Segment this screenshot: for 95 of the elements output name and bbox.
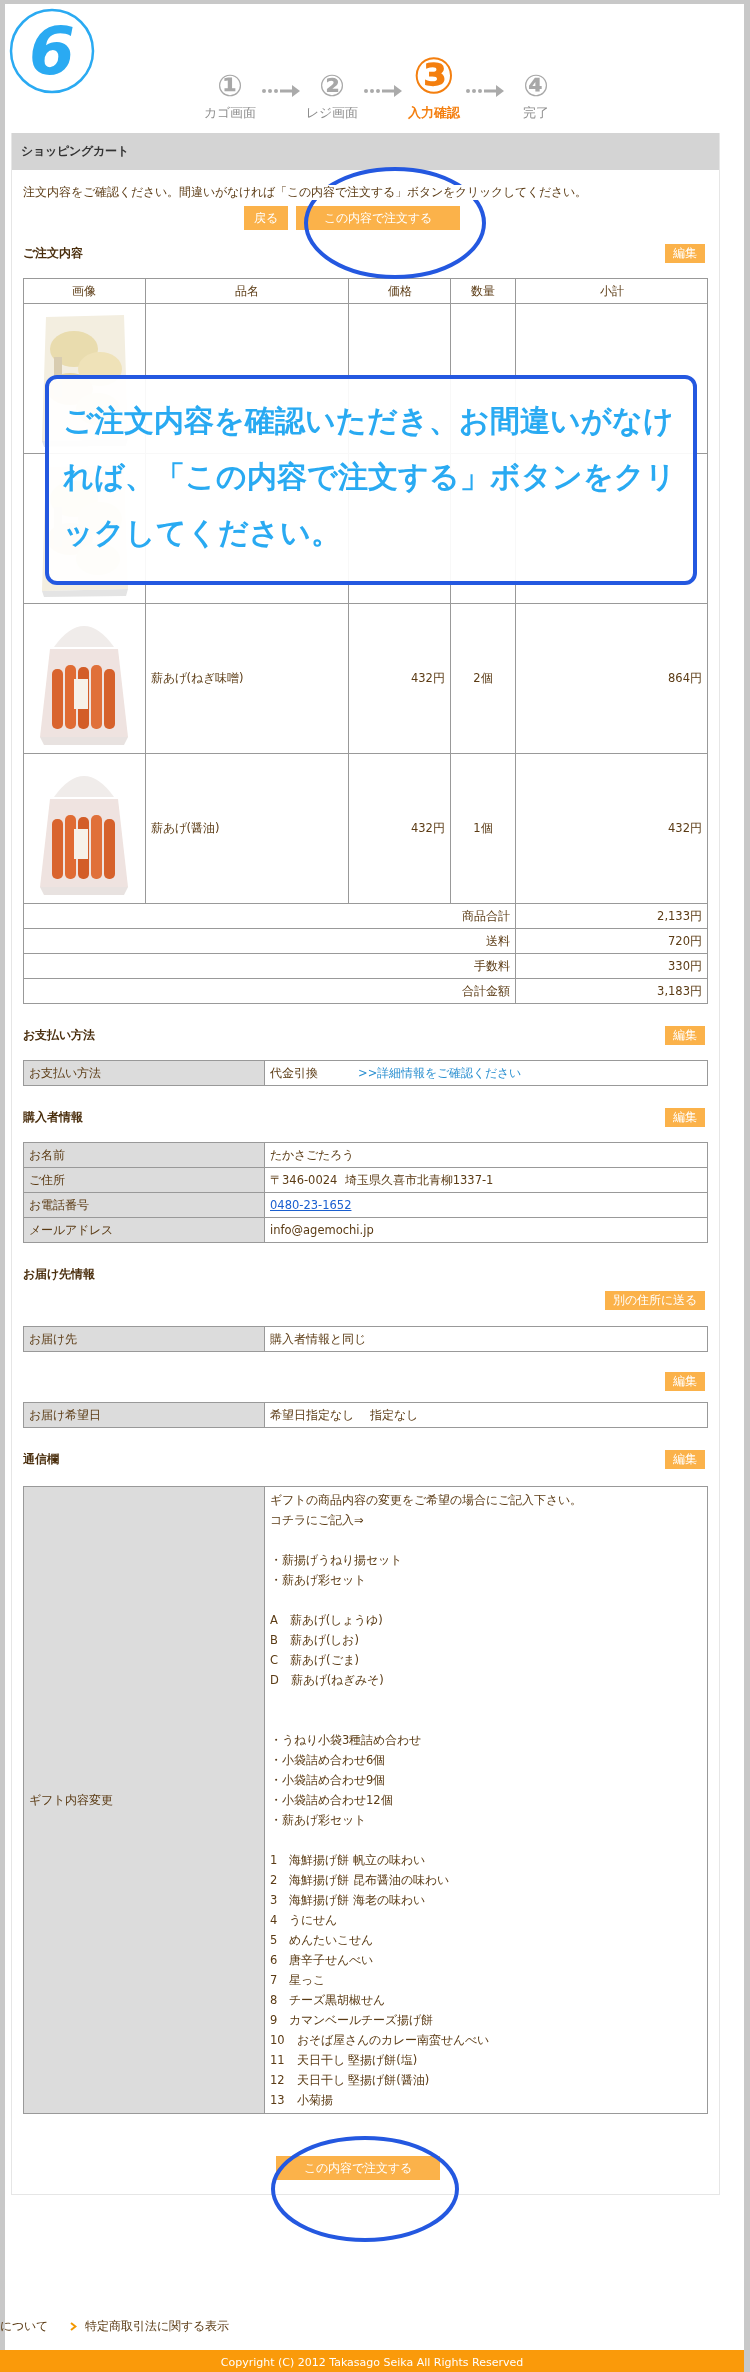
edit-button[interactable]: 編集 <box>665 1025 705 1045</box>
section-heading: お支払い方法 <box>23 1027 95 1043</box>
dotted-arrow-icon <box>261 84 301 98</box>
table-cell: 3,183円 <box>515 978 708 1004</box>
step-number: ① <box>217 69 243 103</box>
message-line: B 薪あげ(しお) <box>270 1632 359 1649</box>
order-button[interactable]: この内容で注文する <box>295 206 460 230</box>
table-cell: 合計金額 <box>23 978 516 1004</box>
table-cell: 2,133円 <box>515 903 708 929</box>
dotted-arrow-icon <box>465 84 505 98</box>
step-number: ④ <box>523 69 549 103</box>
back-button[interactable]: 戻る <box>243 206 288 230</box>
column-header: 小計 <box>515 278 708 304</box>
column-header: 品名 <box>145 278 349 304</box>
copyright-bar: Copyright (C) 2012 Takasago Seika All Rights Reserved <box>0 2350 744 2372</box>
message-line: 7 星っこ <box>270 1972 326 1989</box>
message-line: 2 海鮮揚げ餅 昆布醤油の味わい <box>270 1872 449 1889</box>
message-line: ・薪あげ彩セット <box>270 1572 366 1589</box>
edit-button[interactable]: 編集 <box>665 1449 705 1469</box>
table-cell: たかさごたろう <box>264 1142 708 1168</box>
table-cell: 864円 <box>515 603 708 754</box>
column-header: 数量 <box>450 278 516 304</box>
message-line: コチラにご記入⇒ <box>270 1512 364 1529</box>
message-line: ギフトの商品内容の変更をご希望の場合にご記入下さい。 <box>270 1492 582 1509</box>
table-cell: ご住所 <box>23 1167 265 1193</box>
edit-button[interactable]: 編集 <box>665 1372 705 1391</box>
column-header: 価格 <box>348 278 451 304</box>
table-cell: 薪あげ(醤油) <box>145 753 349 904</box>
section-heading: ご注文内容 <box>23 245 83 261</box>
table-cell: お名前 <box>23 1142 265 1168</box>
message-line: 3 海鮮揚げ餅 海老の味わい <box>270 1892 425 1909</box>
message-line: A 薪あげ(しょうゆ) <box>270 1612 383 1629</box>
dotted-arrow-icon <box>363 84 403 98</box>
step-label: 入力確認 <box>408 105 460 122</box>
phone-link[interactable]: 0480-23-1652 <box>270 1198 352 1212</box>
order-button[interactable]: この内容で注文する <box>275 2156 440 2180</box>
step-number: ② <box>319 69 345 103</box>
cart-header: ショッピングカート <box>12 133 719 170</box>
table-cell: 432円 <box>515 753 708 904</box>
other-address-button[interactable]: 別の住所に送る <box>605 1291 705 1310</box>
table-cell: 手数料 <box>23 953 516 979</box>
table-cell: 720円 <box>515 928 708 954</box>
message-line: 5 めんたいこせん <box>270 1932 374 1949</box>
message-line: ・薪揚げうねり揚セット <box>270 1552 402 1569</box>
edit-button[interactable]: 編集 <box>665 1107 705 1127</box>
table-cell: 代金引換 <box>270 1065 318 1080</box>
table-cell: 薪あげ(ねぎ味噌) <box>145 603 349 754</box>
message-line: 4 うにせん <box>270 1912 338 1929</box>
message-line: 10 おそば屋さんのカレー南蛮せんべい <box>270 2032 489 2049</box>
callout-text: ご注文内容を確認いただき、お間違いがなければ、「この内容で注文する」ボタンをクリックしてください。 <box>45 375 697 585</box>
edit-button[interactable]: 編集 <box>665 243 705 263</box>
message-line: 6 唐辛子せんべい <box>270 1952 374 1969</box>
message-line: 12 天日干し 堅揚げ餅(醤油) <box>270 2072 430 2089</box>
message-line: ・小袋詰め合わせ9個 <box>270 1772 386 1789</box>
message-line: 8 チーズ黒胡椒せん <box>270 1992 386 2009</box>
table-cell: 送料 <box>23 928 516 954</box>
message-line: 9 カマンベールチーズ揚げ餅 <box>270 2012 434 2029</box>
message-line: ・うねり小袋3種詰め合わせ <box>270 1732 422 1749</box>
table-cell: 2個 <box>450 603 516 754</box>
footer-link[interactable]: 特定商取引法に関する表示 <box>85 2319 229 2334</box>
step-badge: 6 <box>9 8 95 94</box>
table-cell: 432円 <box>348 603 451 754</box>
step-label: レジ画面 <box>306 105 358 122</box>
table-cell: メールアドレス <box>23 1217 265 1243</box>
step-label: カゴ画面 <box>204 105 256 122</box>
step-number: ③ <box>412 49 456 103</box>
table-cell: お電話番号 <box>23 1192 265 1218</box>
message-line: D 薪あげ(ねぎみそ) <box>270 1672 384 1689</box>
column-header: 画像 <box>23 278 146 304</box>
table-cell: 1個 <box>450 753 516 904</box>
table-cell: お届け先 <box>23 1326 265 1352</box>
table-cell: info@agemochi.jp <box>264 1217 708 1243</box>
section-heading: お届け先情報 <box>23 1266 95 1282</box>
table-cell: 432円 <box>348 753 451 904</box>
message-line: ・小袋詰め合わせ6個 <box>270 1752 386 1769</box>
message-line: ・小袋詰め合わせ12個 <box>270 1792 393 1809</box>
table-cell: お支払い方法 <box>23 1060 265 1086</box>
message-line: 13 小菊揚 <box>270 2092 333 2109</box>
table-cell: 商品合計 <box>23 903 516 929</box>
footer-link[interactable]: について <box>0 2319 48 2334</box>
table-cell: お届け希望日 <box>23 1402 265 1428</box>
message-line: ・薪あげ彩セット <box>270 1812 366 1829</box>
message-line: 11 天日干し 堅揚げ餅(塩) <box>270 2052 418 2069</box>
message-line: C 薪あげ(ごま) <box>270 1652 359 1669</box>
table-cell: ギフト内容変更 <box>23 1486 265 2114</box>
table-cell: 希望日指定なし 指定なし <box>264 1402 708 1428</box>
message-line: 1 海鮮揚げ餅 帆立の味わい <box>270 1852 425 1869</box>
section-heading: 購入者情報 <box>23 1109 83 1125</box>
section-heading: 通信欄 <box>23 1451 59 1467</box>
table-cell: 330円 <box>515 953 708 979</box>
step-label: 完了 <box>523 105 549 122</box>
details-link[interactable]: >>詳細情報をご確認ください <box>358 1065 522 1080</box>
table-cell: 〒346-0024 埼玉県久喜市北青柳1337-1 <box>264 1167 708 1193</box>
table-cell: 購入者情報と同じ <box>264 1326 708 1352</box>
chevron-icon <box>70 2322 77 2331</box>
